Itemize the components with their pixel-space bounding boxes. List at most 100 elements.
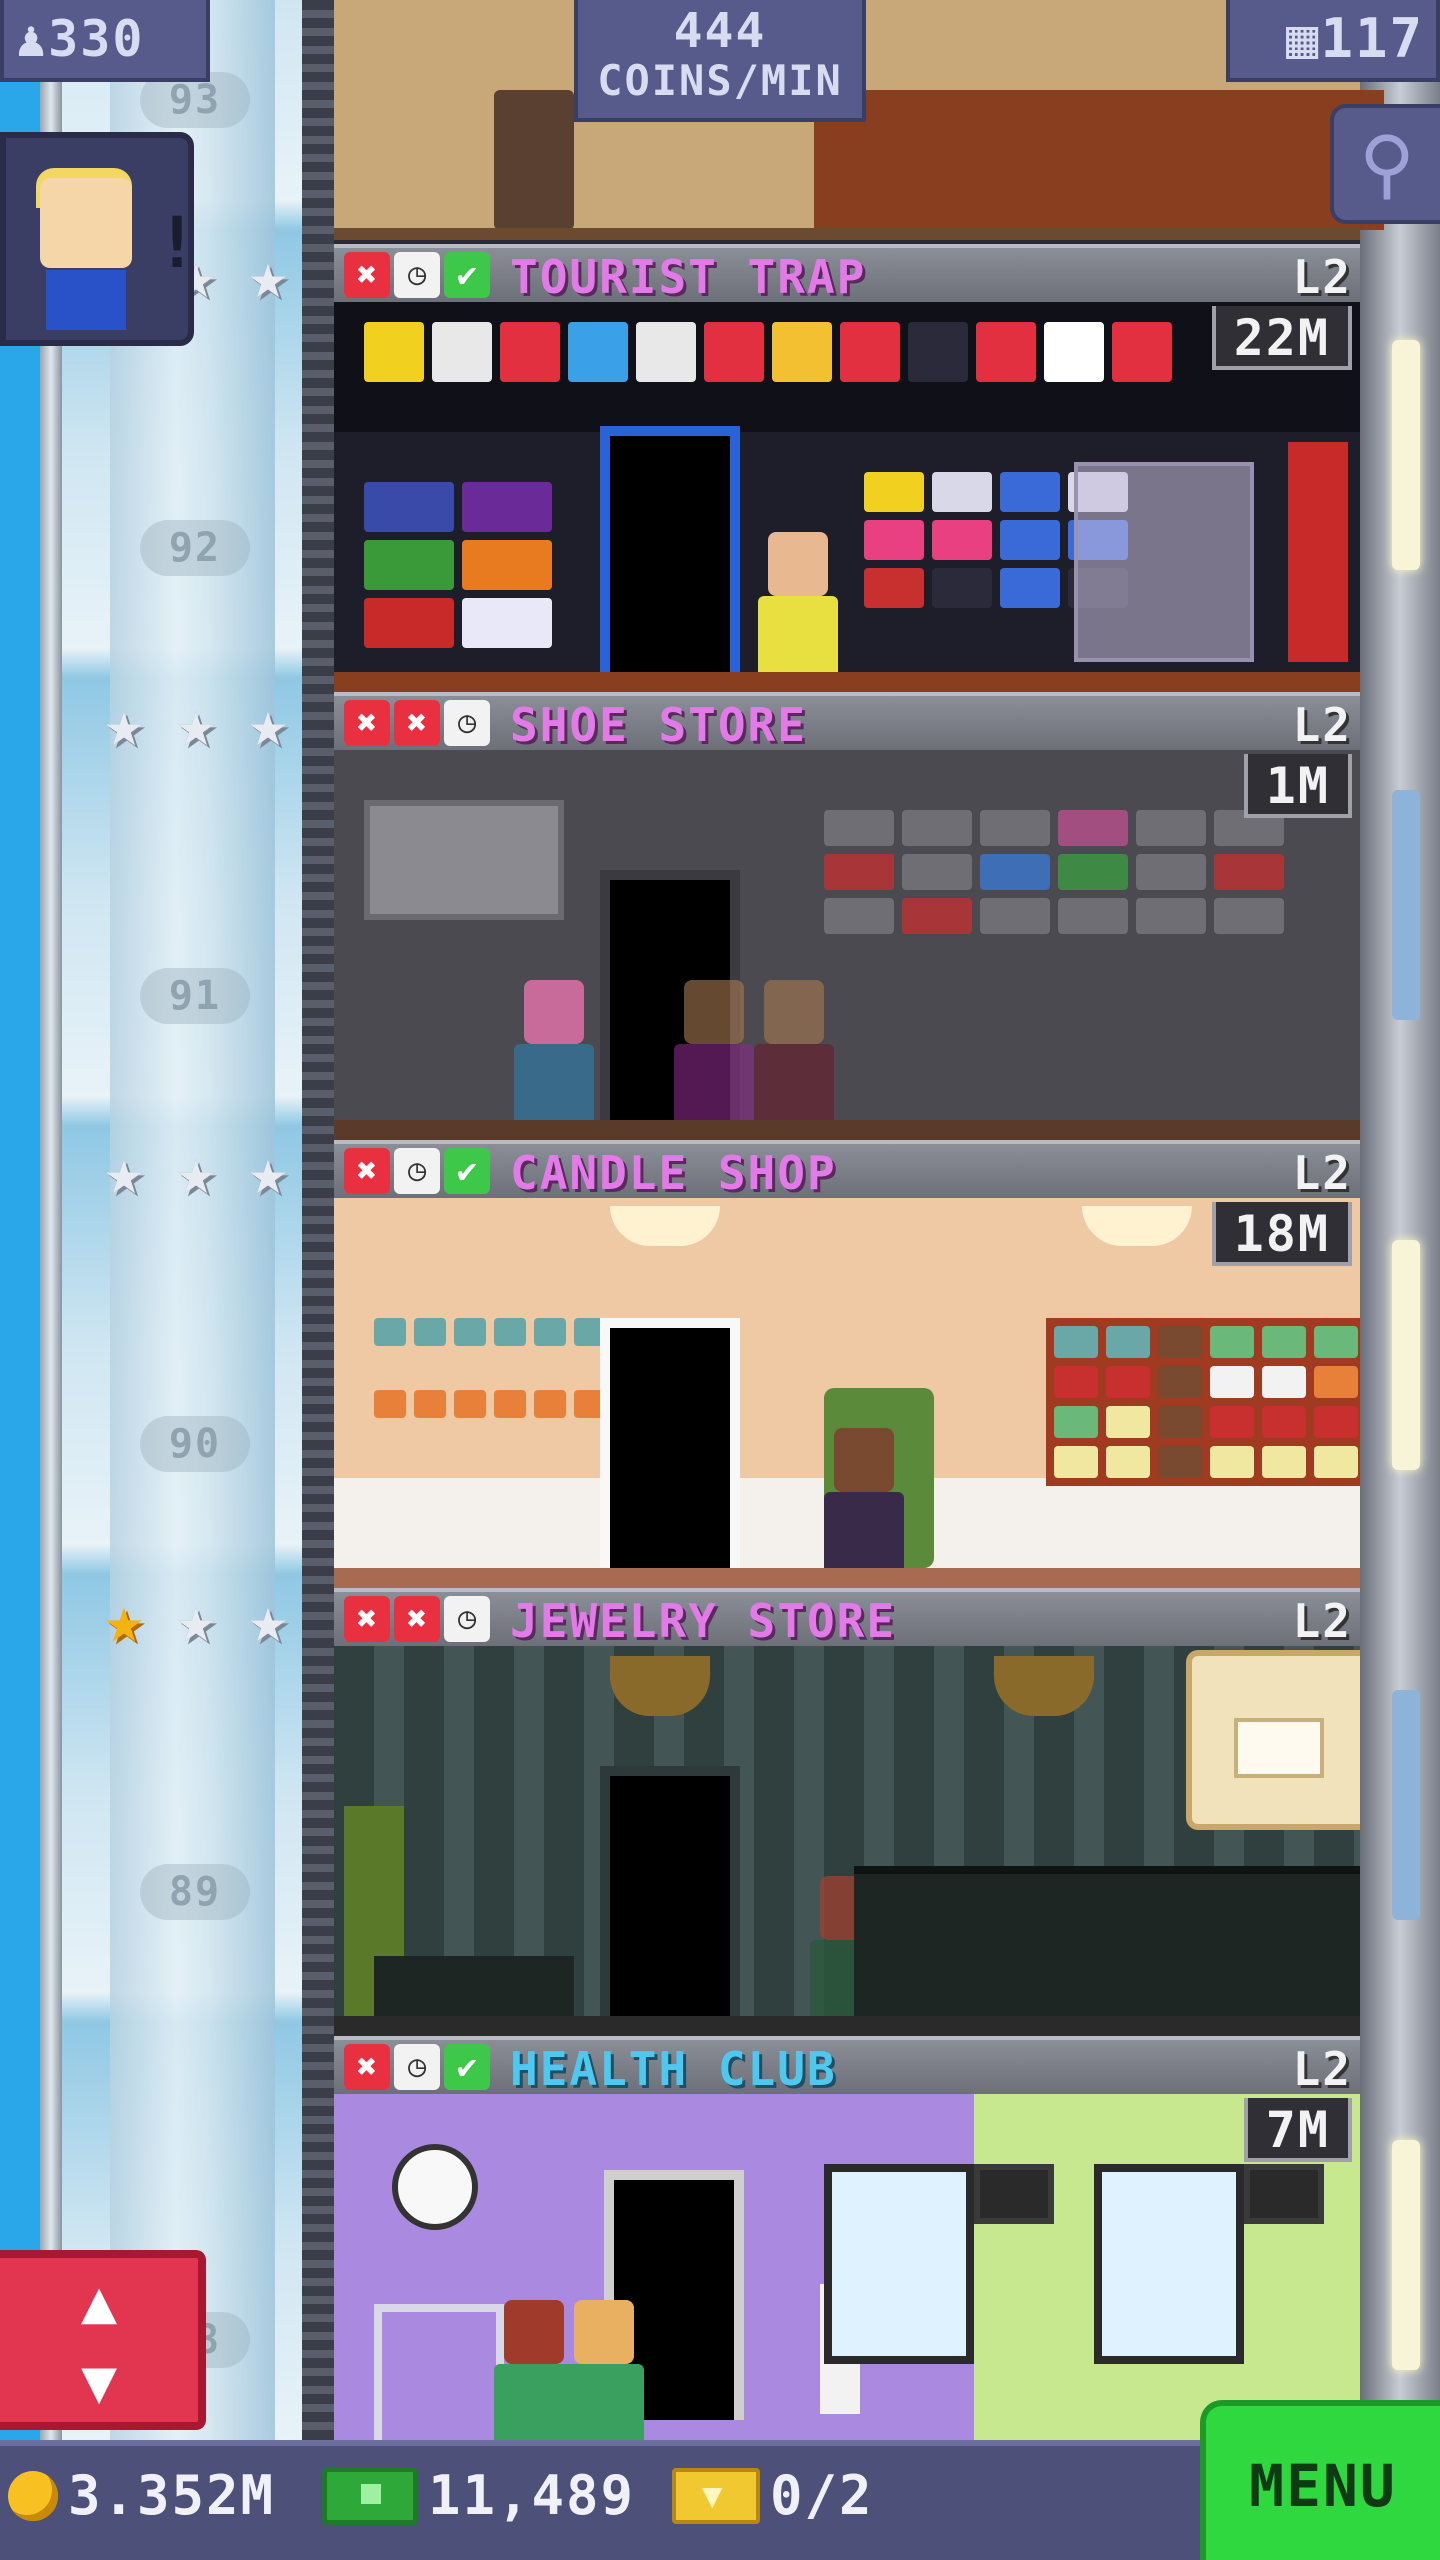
coins-balance[interactable]: 3.352M <box>8 2464 275 2527</box>
resident <box>758 532 838 672</box>
tower-bux-value: 11,489 <box>428 2464 636 2527</box>
resident <box>514 980 594 1120</box>
resident <box>824 1428 904 1568</box>
floor-level: L2 <box>1292 2042 1352 2096</box>
coins-per-min-panel: 444 COINS/MIN <box>574 0 866 122</box>
floor-tourist-trap[interactable]: ✖ ◷ ✔ TOURIST TRAP L2 22M <box>334 244 1360 692</box>
floor-health-club[interactable]: ✖ ◷ ✔ HEALTH CLUB L2 7M <box>334 2036 1360 2440</box>
up-down-arrows-icon: ▲ ▼ <box>80 2267 118 2417</box>
star-rating-shoe-store: ★ ★ ★ <box>92 685 300 762</box>
floor-baseboard <box>334 1568 1360 1588</box>
ticket-icon <box>672 2467 760 2524</box>
floor-count-value: 117 <box>1320 7 1424 70</box>
star-icon: ★ <box>104 1133 144 1210</box>
stock-badge: 22M <box>1211 306 1352 370</box>
floor-level: L2 <box>1292 1146 1352 1200</box>
star-icon: ★ <box>176 1581 216 1658</box>
floor-candle-shop[interactable]: ✖ ◷ ✔ CANDLE SHOP L2 18M <box>334 1140 1360 1588</box>
stocked-check-icon: ✔ <box>444 2044 490 2090</box>
menu-button[interactable]: MENU <box>1200 2400 1440 2560</box>
floor-name: CANDLE SHOP <box>510 1146 837 1200</box>
out-of-stock-icon: ✖ <box>344 252 390 298</box>
clock-icon: ◷ <box>444 1596 490 1642</box>
status-icons: ✖ ◷ ✔ <box>344 2044 490 2090</box>
resident <box>674 980 754 1120</box>
alert-icon: ! <box>156 202 199 284</box>
chandelier <box>610 1656 710 1716</box>
shirt-rack <box>1288 442 1348 662</box>
coins-per-min-value: 444 <box>673 3 767 59</box>
window <box>1392 1690 1420 1920</box>
resident <box>564 2300 644 2440</box>
chandelier <box>994 1656 1094 1716</box>
coins-value: 3.352M <box>68 2464 276 2527</box>
shoe-wall <box>824 810 1284 934</box>
status-icons: ✖ ◷ ✔ <box>344 252 490 298</box>
delivery-box-button[interactable] <box>1186 1650 1360 1830</box>
door <box>600 1318 740 1568</box>
floor-room <box>334 302 1360 692</box>
shaft-rail <box>302 0 334 2440</box>
out-of-stock-icon: ✖ <box>344 2044 390 2090</box>
out-of-stock-icon: ✖ <box>394 1596 440 1642</box>
floor-baseboard <box>334 2016 1360 2036</box>
lit-window <box>1392 2140 1420 2370</box>
door <box>600 1766 740 2016</box>
floor-level: L2 <box>1292 698 1352 752</box>
clock-icon: ◷ <box>444 700 490 746</box>
star-icon: ★ <box>176 1133 216 1210</box>
star-icon: ★ <box>104 685 144 762</box>
star-icon: ★ <box>248 685 288 762</box>
floor-number-89: 89 <box>140 1864 250 1920</box>
display-case <box>1074 462 1254 662</box>
candle-rack <box>374 1318 606 1418</box>
population-counter[interactable]: ♟330 <box>0 0 210 82</box>
star-icon: ★ <box>248 1581 288 1658</box>
out-of-stock-icon: ✖ <box>344 700 390 746</box>
tv-screen <box>974 2164 1054 2224</box>
cash-icon <box>322 2466 418 2525</box>
lit-window <box>1392 1240 1420 1470</box>
floor-baseboard <box>334 672 1360 692</box>
status-icons: ✖ ✖ ◷ <box>344 700 490 746</box>
resident <box>494 2300 574 2440</box>
resident <box>754 980 834 1120</box>
out-of-stock-icon: ✖ <box>394 700 440 746</box>
ceiling-lamp <box>610 1206 720 1246</box>
ceiling-lamp <box>1082 1206 1192 1246</box>
gold-star-icon: ★ <box>104 1581 144 1658</box>
box-icon <box>1234 1718 1324 1778</box>
shaft-column <box>110 0 275 2440</box>
vip-avatar <box>40 178 132 268</box>
floor-number-92: 92 <box>140 520 250 576</box>
star-rating-candle-shop: ★ ★ ★ <box>92 1133 300 1210</box>
window <box>1094 2164 1244 2364</box>
star-icon: ★ <box>176 685 216 762</box>
stock-badge: 1M <box>1243 754 1352 818</box>
magnifier-icon: ⚲ <box>1359 119 1415 208</box>
jewelry-counter <box>854 1866 1360 2016</box>
status-icons: ✖ ◷ ✔ <box>344 1148 490 1194</box>
floor-counter[interactable]: ▦117 <box>1226 0 1440 82</box>
vip-visitor-button[interactable]: ! <box>0 132 198 346</box>
clock-icon: ◷ <box>394 1148 440 1194</box>
floor-number-91: 91 <box>140 968 250 1024</box>
population-value: 330 <box>48 10 145 68</box>
tower-bux-balance[interactable]: 11,489 <box>322 2464 635 2527</box>
out-of-stock-icon: ✖ <box>344 1148 390 1194</box>
clock-icon: ◷ <box>394 2044 440 2090</box>
building-icon: ▦ <box>1285 7 1321 70</box>
person-icon: ♟ <box>16 10 49 68</box>
floor-room <box>334 2094 1360 2440</box>
star-rating-jewelry-store: ★ ★ ★ <box>92 1581 300 1658</box>
elevator-button[interactable]: ▲ ▼ <box>0 2250 206 2430</box>
floor-baseboard <box>334 1120 1360 1140</box>
floor-number-90: 90 <box>140 1416 250 1472</box>
floor-name: TOURIST TRAP <box>510 250 867 304</box>
hat-shelf <box>364 482 552 648</box>
stocked-check-icon: ✔ <box>444 252 490 298</box>
floor-shoe-store[interactable]: ✖ ✖ ◷ SHOE STORE L2 1M <box>334 692 1360 1140</box>
souvenir-display <box>364 322 1172 382</box>
search-button[interactable]: ⚲ <box>1330 104 1440 224</box>
tickets-balance[interactable]: 0/2 <box>672 2464 874 2527</box>
